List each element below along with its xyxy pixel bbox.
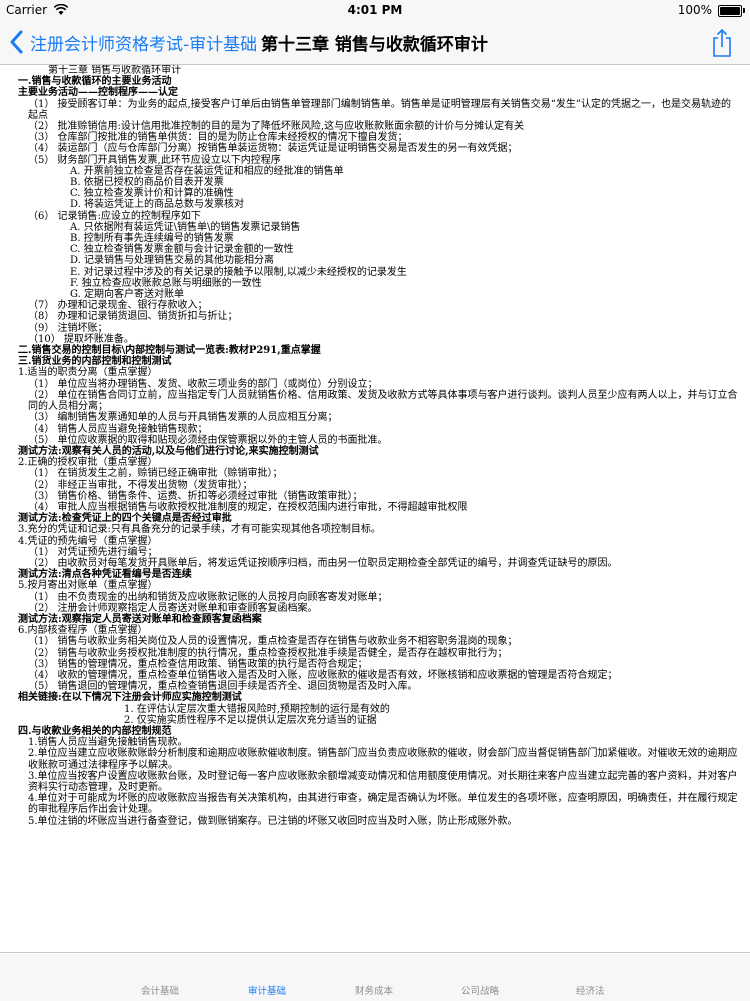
document-line: （2） 销售与收款业务授权批准制度的执行情况，重点检查授权批准手续是否健全，是否… bbox=[28, 647, 508, 659]
document-line: B. 控制所有事先连续编号的销售发票 bbox=[70, 233, 234, 245]
document-line: （2） 由收款员对每笔发货开具账单后，将发运凭证按顺序归档，而由另一位职员定期检… bbox=[28, 557, 618, 569]
document-line: 测试方法:清点各种凭证看编号是否连续 bbox=[18, 569, 192, 581]
document-line: （1） 对凭证预先进行编号； bbox=[28, 546, 158, 558]
status-bar: Carrier 4:01 PM 100% bbox=[0, 0, 750, 20]
document-line: （4） 销售人员应当避免接触销售现款； bbox=[28, 423, 208, 435]
document-line: （2） 单位在销售合同订立前，应当指定专门人员就销售价格、信用政策、发货及收款方… bbox=[28, 389, 738, 413]
document-line: （1） 由不负责现金的出纳和销货及应收账款记账的人员按月向顾客寄发对账单； bbox=[28, 591, 388, 603]
document-line: 2.正确的授权审批（重点掌握） bbox=[18, 457, 158, 469]
document-line: C. 独立检查销售发票金额与会计记录金额的一致性 bbox=[70, 244, 294, 256]
document-line: （3） 销售价格、销售条件、运费、折扣等必须经过审批（销售政策审批）； bbox=[28, 490, 363, 502]
document-line: （1） 单位应当将办理销售、发货、收款三项业务的部门（或岗位）分别设立； bbox=[28, 378, 378, 390]
tab-economic-law[interactable]: 经济法 bbox=[576, 983, 605, 997]
document-line: 3.单位应当按客户设置应收账款台账，及时登记每一客户应收账款余额增减变动情况和信… bbox=[28, 770, 738, 793]
chevron-left-icon bbox=[10, 30, 23, 54]
document-line: 测试方法:观察有关人员的活动,以及与他们进行讨论,来实施控制测试 bbox=[18, 445, 319, 457]
document-line: C. 独立检查发票计价和计算的准确性 bbox=[70, 188, 234, 200]
document-line: D. 记录销售与处理销售交易的其他功能相分离 bbox=[70, 255, 275, 267]
status-time: 4:01 PM bbox=[347, 3, 403, 17]
document-line: （1） 接受顾客订单：为业务的起点,接受客户订单后由销售单管理部门编制销售单。销… bbox=[28, 98, 731, 121]
document-line: （7） 办理和记录现金、银行存款收入； bbox=[28, 300, 208, 312]
tab-strategy[interactable]: 公司战略 bbox=[461, 983, 499, 997]
document-line: G. 定期向客户寄送对账单 bbox=[70, 289, 184, 301]
battery-icon bbox=[718, 5, 745, 17]
document-line: 2. 仅实施实质性程序不足以提供认定层次充分适当的证据 bbox=[124, 714, 377, 726]
document-line: 测试方法:检查凭证上的四个关键点是否经过审批 bbox=[18, 513, 232, 525]
document-line: 4.凭证的预先编号（重点掌握） bbox=[18, 535, 158, 547]
tab-accounting[interactable]: 会计基础 bbox=[141, 983, 179, 997]
document-line: 二.销售交易的控制目标\内部控制与测试一览表:教材P291,重点掌握 bbox=[18, 345, 321, 357]
document-line: 6.内部核查程序（重点掌握） bbox=[18, 625, 148, 637]
document-line: （9） 注销坏账； bbox=[28, 322, 108, 334]
document-line: 1.销售人员应当避免接触销售现款。 bbox=[28, 737, 188, 749]
document-line: （4） 收款的管理情况，重点检查单位销售收入是否及时入账，应收账款的催收是否有效… bbox=[28, 669, 618, 681]
share-icon[interactable] bbox=[710, 28, 734, 58]
document-viewer[interactable]: 第十三章 销售与收款循环审计 一.销售与收款循环的主要业务活动 主要业务活动——控制… bbox=[0, 65, 750, 952]
document-line: （2） 批准赊销信用:设计信用批准控制的目的是为了降低坏账风险,这与应收账款账面… bbox=[28, 121, 525, 133]
document-line: E. 对记录过程中涉及的有关记录的接触予以限制,以减少未经授权的记录发生 bbox=[70, 266, 407, 278]
document-line: B. 依据已授权的商品价目表开发票 bbox=[70, 177, 224, 189]
document-line: 3.充分的凭证和记录:只有具备充分的记录手续，才有可能实现其他各项控制目标。 bbox=[18, 524, 381, 536]
back-button-label: 注册会计师资格考试-审计基础 bbox=[30, 34, 258, 55]
document-line: （1） 在销货发生之前，赊销已经正确审批（赊销审批）； bbox=[28, 468, 283, 480]
document-line: （4） 审批人应当根据销售与收款授权批准制度的规定，在授权范围内进行审批，不得超… bbox=[28, 501, 468, 513]
document-line: （4） 装运部门（应与仓库部门分离）按销售单装运货物：装运凭证是证明销售交易是否… bbox=[28, 143, 518, 155]
navigation-bar: 注册会计师资格考试-审计基础 第十三章 销售与收款循环审计 bbox=[0, 20, 750, 65]
document-line: （3） 编制销售发票通知单的人员与开具销售发票的人员应相互分离； bbox=[28, 412, 338, 424]
document-line: 第十三章 销售与收款循环审计 bbox=[48, 65, 182, 76]
tab-audit[interactable]: 审计基础 bbox=[248, 983, 286, 997]
document-line: （2） 注册会计师观察指定人员寄送对账单和审查顾客复函档案。 bbox=[28, 602, 318, 614]
document-line: （8） 办理和记录销货退回、销货折扣与折让； bbox=[28, 311, 238, 323]
document-line: 4.单位对于可能成为坏账的应收账款应当报告有关决策机构，由其进行审查，确定是否确… bbox=[28, 793, 738, 816]
document-line: 测试方法:观察指定人员寄送对账单和检查顾客复函档案 bbox=[18, 613, 262, 625]
document-line: F. 独立检查应收账款总账与明细账的一致性 bbox=[70, 277, 262, 289]
document-line: （3） 仓库部门按批准的销售单供货：目的是为防止仓库未经授权的情况下擅自发货； bbox=[28, 132, 408, 144]
document-body: 第十三章 销售与收款循环审计 一.销售与收款循环的主要业务活动 主要业务活动——控制… bbox=[18, 65, 740, 827]
document-line: A. 只依据附有装运凭证\销售单\的销售发票记录销售 bbox=[70, 221, 301, 233]
document-line: 一.销售与收款循环的主要业务活动 bbox=[18, 76, 172, 88]
document-line: （6） 记录销售:应设立的控制程序如下 bbox=[28, 210, 201, 222]
battery-percent: 100% bbox=[677, 3, 712, 17]
tab-financial-cost[interactable]: 财务成本 bbox=[355, 983, 393, 997]
document-line: 2.单位应当建立应收账款账龄分析制度和逾期应收账款催收制度。销售部门应当负责应收… bbox=[28, 748, 738, 771]
document-line: （5） 销售退回的管理情况，重点检查销售退回手续是否齐全、退回货物是否及时入库。 bbox=[28, 681, 418, 693]
document-line: 四.与收款业务相关的内部控制规范 bbox=[18, 725, 172, 737]
document-line: 主要业务活动——控制程序——认定 bbox=[18, 87, 178, 99]
document-line: 相关链接:在以下情况下注册会计师应实施控制测试 bbox=[18, 692, 242, 704]
document-line: （3） 销售的管理情况，重点检查信用政策、销售政策的执行是否符合规定； bbox=[28, 658, 368, 670]
document-line: 5.单位注销的坏账应当进行备查登记，做到账销案存。已注销的坏账又收回时应当及时入… bbox=[28, 815, 518, 827]
document-line: 三.销货业务的内部控制和控制测试 bbox=[18, 356, 172, 368]
document-line: （2） 非经正当审批，不得发出货物（发货审批）； bbox=[28, 479, 253, 491]
document-line: 1.适当的职责分离（重点掌握） bbox=[18, 367, 158, 379]
document-line: 1. 在评估认定层次重大错报风险时,预期控制的运行是有效的 bbox=[124, 703, 390, 715]
back-button[interactable]: 注册会计师资格考试-审计基础 bbox=[8, 28, 257, 56]
document-line: A. 开票前独立检查是否存在装运凭证和相应的经批准的销售单 bbox=[70, 165, 344, 177]
document-line: 5.按月寄出对账单（重点掌握） bbox=[18, 580, 158, 592]
document-line: （1） 销售与收款业务相关岗位及人员的设置情况，重点检查是否存在销售与收款业务不… bbox=[28, 636, 518, 648]
page-title: 第十三章 销售与收款循环审计 bbox=[261, 35, 488, 55]
document-line: （5） 单位应收票据的取得和贴现必须经由保管票据以外的主管人员的书面批准。 bbox=[28, 434, 388, 446]
document-line: D. 将装运凭证上的商品总数与发票核对 bbox=[70, 199, 245, 211]
document-line: （10） 提取坏账准备。 bbox=[28, 333, 134, 345]
document-line: （5） 财务部门开具销售发票,此环节应设立以下内控程序 bbox=[28, 154, 281, 166]
tab-bar: 会计基础 审计基础 财务成本 公司战略 经济法 bbox=[0, 952, 750, 1001]
